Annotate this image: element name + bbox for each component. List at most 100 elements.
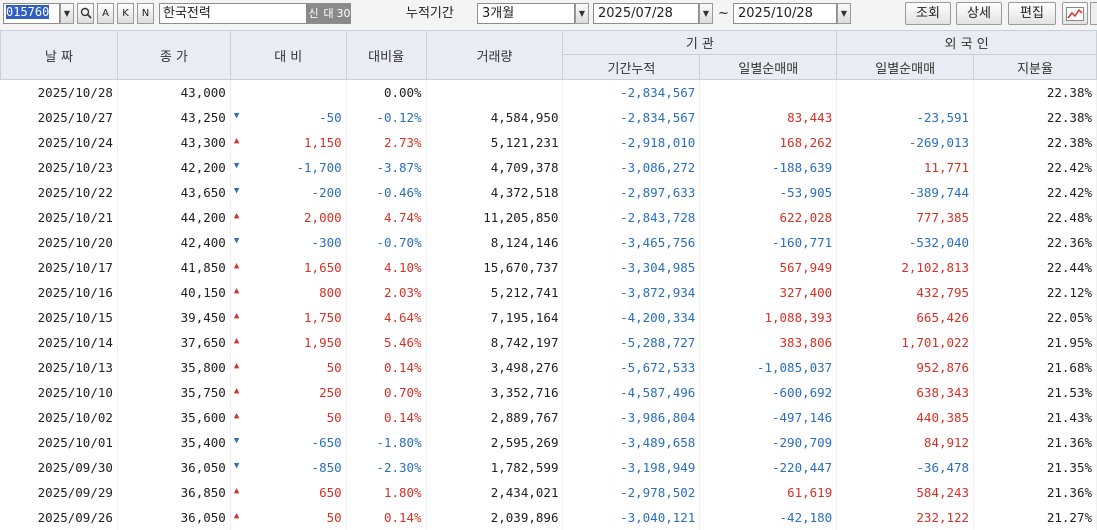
col-header-foreign-share[interactable]: 지분율 (974, 55, 1097, 80)
foreign-share-cell-value: 21.36% (1047, 485, 1092, 500)
close-cell: 44,200▲ (117, 205, 230, 230)
col-header-close[interactable]: 종 가 (117, 31, 230, 80)
date-cell-value: 2025/10/16 (38, 285, 113, 300)
a-toggle-button[interactable]: A (97, 3, 114, 24)
foreign-daily-cell-value: 1,701,022 (901, 335, 969, 350)
foreign-share-cell: 22.38% (974, 80, 1097, 106)
table-row[interactable]: 2025/10/2144,200▲2,0004.74%11,205,850-2,… (1, 205, 1097, 230)
table-row[interactable]: 2025/10/2342,200▼-1,700-3.87%4,709,378-3… (1, 155, 1097, 180)
date-cell-value: 2025/10/10 (38, 385, 113, 400)
end-date-field[interactable]: 2025/10/28 (733, 3, 837, 24)
rate-cell-value: 1.80% (384, 485, 422, 500)
table-row[interactable]: 2025/10/0135,400▼-650-1.80%2,595,269-3,4… (1, 430, 1097, 455)
start-date-field[interactable]: 2025/07/28 (593, 3, 699, 24)
change-cell: -300 (230, 230, 346, 255)
volume-cell: 5,121,231 (426, 130, 563, 155)
period-chevron-down-icon[interactable]: ▼ (575, 3, 589, 24)
volume-cell-value: 1,782,599 (491, 460, 559, 475)
date-cell-value: 2025/10/21 (38, 210, 113, 225)
inst-daily-cell-value: -1,085,037 (757, 360, 832, 375)
volume-cell: 2,889,767 (426, 405, 563, 430)
table-row[interactable]: 2025/10/0235,600▲500.14%2,889,767-3,986,… (1, 405, 1097, 430)
table-row[interactable]: 2025/09/2936,850▲6501.80%2,434,021-2,978… (1, 480, 1097, 505)
table-row[interactable]: 2025/10/2743,250▼-50-0.12%4,584,950-2,83… (1, 105, 1097, 130)
volume-cell-value: 2,039,896 (491, 510, 559, 525)
search-button[interactable]: 조회 (905, 2, 951, 25)
line-chart-icon[interactable] (1062, 2, 1088, 25)
foreign-daily-cell-value: -36,478 (916, 460, 969, 475)
start-date-calendar-icon[interactable]: ▼ (699, 3, 713, 24)
col-header-foreign-daily[interactable]: 일별순매매 (837, 55, 974, 80)
inst-daily-cell-value: 622,028 (780, 210, 833, 225)
rate-cell: -0.12% (346, 105, 426, 130)
close-cell: 40,150▲ (117, 280, 230, 305)
close-cell: 35,600▲ (117, 405, 230, 430)
table-row[interactable]: 2025/09/2636,050▲500.14%2,039,896-3,040,… (1, 505, 1097, 530)
inst-daily-cell: -160,771 (700, 230, 837, 255)
rate-cell-value: -3.87% (376, 160, 421, 175)
date-cell: 2025/10/13 (1, 355, 118, 380)
volume-cell-value: 2,595,269 (491, 435, 559, 450)
col-header-rate[interactable]: 대비율 (346, 31, 426, 80)
close-cell: 36,850▲ (117, 480, 230, 505)
inst-cumulative-cell-value: -5,672,533 (620, 360, 695, 375)
rate-cell: -2.30% (346, 455, 426, 480)
table-row[interactable]: 2025/10/2042,400▼-300-0.70%8,124,146-3,4… (1, 230, 1097, 255)
change-cell: 1,750 (230, 305, 346, 330)
close-cell-value: 36,050 (181, 460, 226, 475)
foreign-daily-cell: 1,701,022 (837, 330, 974, 355)
table-row[interactable]: 2025/10/2843,0000.00%-2,834,56722.38% (1, 80, 1097, 106)
stock-code-input[interactable]: 015760 (3, 3, 60, 24)
change-cell: 1,950 (230, 330, 346, 355)
table-row[interactable]: 2025/10/1741,850▲1,6504.10%15,670,737-3,… (1, 255, 1097, 280)
col-header-volume[interactable]: 거래량 (426, 31, 563, 80)
k-toggle-button[interactable]: K (117, 3, 134, 24)
close-cell-value: 35,600 (181, 410, 226, 425)
table-row[interactable]: 2025/10/2243,650▼-200-0.46%4,372,518-2,8… (1, 180, 1097, 205)
volume-cell-value: 8,124,146 (491, 235, 559, 250)
foreign-daily-cell-value: -269,013 (909, 135, 969, 150)
inst-cumulative-cell: -5,288,727 (563, 330, 700, 355)
magnifier-icon[interactable] (77, 3, 94, 24)
col-header-change[interactable]: 대 비 (230, 31, 346, 80)
table-row[interactable]: 2025/10/1335,800▲500.14%3,498,276-5,672,… (1, 355, 1097, 380)
col-header-inst-daily[interactable]: 일별순매매 (700, 55, 837, 80)
close-cell-value: 42,200 (181, 160, 226, 175)
table-row[interactable]: 2025/10/2443,300▲1,1502.73%5,121,231-2,9… (1, 130, 1097, 155)
code-dropdown-icon[interactable]: ▼ (60, 3, 74, 24)
inst-daily-cell: -42,180 (700, 505, 837, 530)
table-row[interactable]: 2025/10/1035,750▲2500.70%3,352,716-4,587… (1, 380, 1097, 405)
rate-cell-value: -0.12% (376, 110, 421, 125)
change-cell-value: 1,150 (304, 135, 342, 150)
close-cell-value: 43,300 (181, 135, 226, 150)
foreign-share-cell: 22.36% (974, 230, 1097, 255)
close-cell-value: 43,650 (181, 185, 226, 200)
inst-daily-cell-value: -497,146 (772, 410, 832, 425)
foreign-share-cell-value: 22.42% (1047, 185, 1092, 200)
table-row[interactable]: 2025/09/3036,050▼-850-2.30%1,782,599-3,1… (1, 455, 1097, 480)
table-row[interactable]: 2025/10/1539,450▲1,7504.64%7,195,164-4,2… (1, 305, 1097, 330)
change-cell-value: 1,750 (304, 310, 342, 325)
date-cell-value: 2025/10/13 (38, 360, 113, 375)
col-header-date[interactable]: 날 짜 (1, 31, 118, 80)
overflow-button[interactable] (1090, 2, 1097, 25)
edit-button[interactable]: 편집 (1008, 2, 1056, 25)
volume-cell-value: 11,205,850 (483, 210, 558, 225)
detail-button[interactable]: 상세 (956, 2, 1002, 25)
investor-trading-table: 날 짜 종 가 대 비 대비율 거래량 기 관 외 국 인 기간누적 일별순매매… (0, 30, 1097, 530)
change-cell-value: 1,950 (304, 335, 342, 350)
n-toggle-button[interactable]: N (137, 3, 154, 24)
table-row[interactable]: 2025/10/1437,650▲1,9505.46%8,742,197-5,2… (1, 330, 1097, 355)
foreign-share-cell-value: 22.44% (1047, 260, 1092, 275)
col-header-inst-cumulative[interactable]: 기간누적 (563, 55, 700, 80)
foreign-share-cell: 21.43% (974, 405, 1097, 430)
inst-daily-cell-value: -600,692 (772, 385, 832, 400)
foreign-daily-cell: 584,243 (837, 480, 974, 505)
foreign-share-cell: 22.48% (974, 205, 1097, 230)
table-row[interactable]: 2025/10/1640,150▲8002.03%5,212,741-3,872… (1, 280, 1097, 305)
end-date-calendar-icon[interactable]: ▼ (837, 3, 851, 24)
inst-daily-cell: 567,949 (700, 255, 837, 280)
change-cell: 50 (230, 505, 346, 530)
date-cell: 2025/10/23 (1, 155, 118, 180)
period-select[interactable]: 3개월 (477, 3, 575, 24)
